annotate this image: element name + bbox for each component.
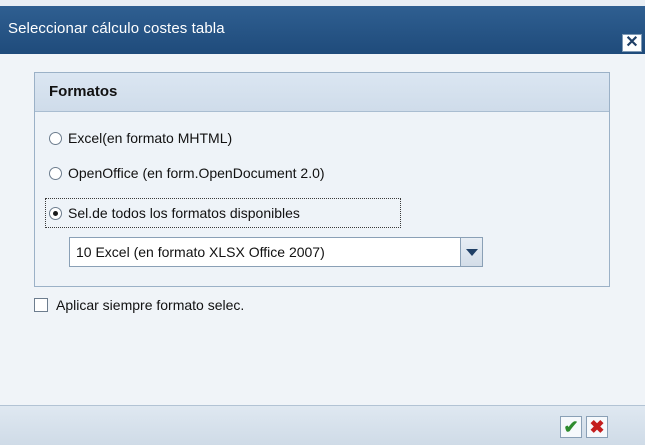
radio-button-excel-mhtml[interactable] <box>49 131 62 145</box>
dialog-footer: ✔ ✖ <box>0 405 645 445</box>
title-bar: Seleccionar cálculo costes tabla ✕ <box>0 6 645 54</box>
checkmark-icon: ✔ <box>563 417 579 437</box>
radio-button-openoffice[interactable] <box>49 166 62 180</box>
radio-label-all-formats: Sel.de todos los formatos disponibles <box>68 205 300 221</box>
close-button[interactable]: ✕ <box>622 34 642 52</box>
always-apply-label: Aplicar siempre formato selec. <box>56 297 245 313</box>
radio-openoffice[interactable]: OpenOffice (en form.OpenDocument 2.0) <box>49 162 325 184</box>
radio-excel-mhtml[interactable]: Excel(en formato MHTML) <box>49 127 232 149</box>
dialog-window: Seleccionar cálculo costes tabla ✕ Forma… <box>0 0 645 445</box>
always-apply-row[interactable]: Aplicar siempre formato selec. <box>34 297 244 313</box>
radio-button-all-formats[interactable] <box>49 206 62 220</box>
dialog-title: Seleccionar cálculo costes tabla <box>8 20 225 37</box>
close-icon: ✕ <box>625 34 639 51</box>
format-dropdown[interactable]: 10 Excel (en formato XLSX Office 2007) <box>69 237 483 267</box>
dropdown-arrow-button[interactable] <box>460 238 482 266</box>
dialog-content: Formatos Excel(en formato MHTML) OpenOff… <box>0 54 645 405</box>
formats-group-header: Formatos <box>35 73 609 112</box>
format-dropdown-value: 10 Excel (en formato XLSX Office 2007) <box>76 244 325 260</box>
radio-label-excel-mhtml: Excel(en formato MHTML) <box>68 130 233 146</box>
formats-group: Formatos Excel(en formato MHTML) OpenOff… <box>34 72 610 287</box>
radio-all-formats[interactable]: Sel.de todos los formatos disponibles <box>49 202 300 224</box>
radio-label-openoffice: OpenOffice (en form.OpenDocument 2.0) <box>68 165 325 181</box>
cancel-button[interactable]: ✖ <box>586 416 608 438</box>
always-apply-checkbox[interactable] <box>34 298 48 312</box>
ok-button[interactable]: ✔ <box>560 416 582 438</box>
formats-group-title: Formatos <box>49 83 118 100</box>
cancel-x-icon: ✖ <box>589 417 605 437</box>
